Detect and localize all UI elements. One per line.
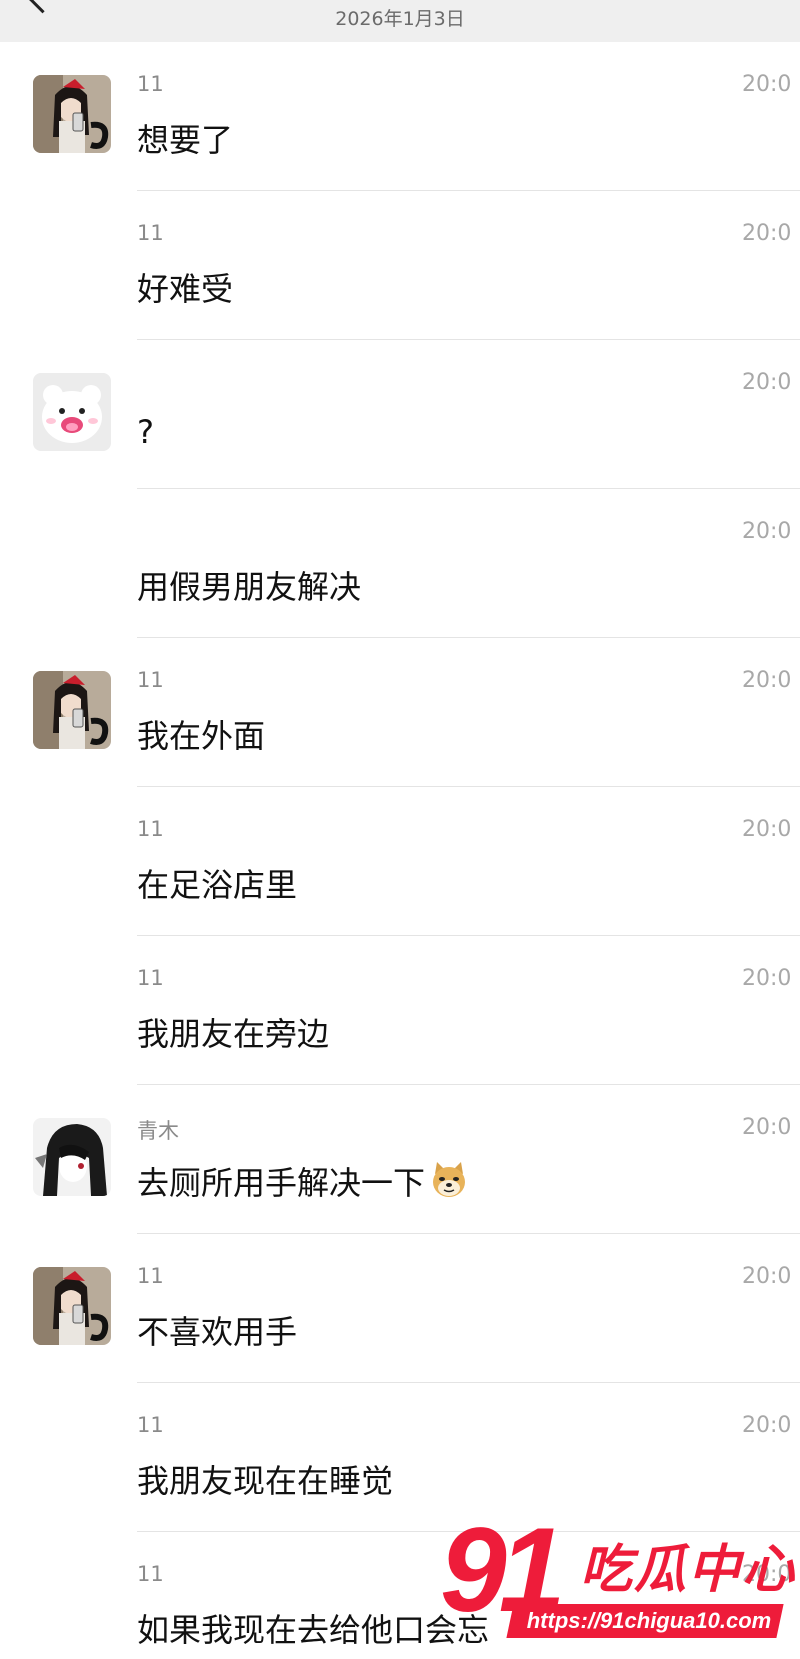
sender-name: 青木	[137, 1119, 179, 1143]
message-text: 想要了	[137, 121, 234, 159]
message-time: 20:0	[742, 1413, 792, 1438]
message-item[interactable]: 11 20:0 我在外面	[0, 638, 800, 787]
top-bar: 2026年1月3日	[0, 0, 800, 42]
message-time: 20:0	[742, 370, 792, 395]
white-bear-avatar[interactable]	[33, 373, 111, 451]
girl-avatar[interactable]	[33, 75, 111, 153]
message-time: 20:0	[742, 221, 792, 246]
sender-name: 11	[137, 817, 164, 841]
message-text: 如果我现在去给他口会忘	[137, 1611, 490, 1649]
watermark-url: https://91chigua10.com	[526, 1608, 772, 1633]
girl-avatar[interactable]	[33, 1267, 111, 1345]
message-text: 我在外面	[137, 717, 266, 755]
sender-name: 11	[137, 1413, 164, 1437]
message-time: 20:0	[742, 72, 792, 97]
message-item[interactable]: 11 20:0 想要了	[0, 42, 800, 191]
date-label: 2026年1月3日	[335, 8, 465, 30]
message-text: 我朋友现在在睡觉	[137, 1462, 394, 1500]
watermark-title: 吃瓜中心	[580, 1540, 797, 1600]
message-time: 20:0	[742, 817, 792, 842]
sender-name: 11	[137, 966, 164, 990]
girl-avatar[interactable]	[33, 671, 111, 749]
sender-name: 11	[137, 72, 164, 96]
message-time: 20:0	[742, 668, 792, 693]
message-item[interactable]: 11 20:0 我朋友在旁边	[0, 936, 800, 1085]
watermark-logo: 91 吃瓜中心 https://91chigua10.com	[440, 1510, 800, 1659]
message-time: 20:0	[742, 966, 792, 991]
message-item[interactable]: 青木 20:0 去厕所用手解决一下	[0, 1085, 800, 1234]
message-time: 20:0	[742, 1115, 792, 1140]
message-text: 我朋友在旁边	[137, 1015, 330, 1053]
doge-emoji-icon	[429, 1160, 469, 1208]
sender-name: 11	[137, 221, 164, 245]
message-item[interactable]: 11 20:0 好难受	[0, 191, 800, 340]
sender-name: 11	[137, 668, 164, 692]
message-text: 在足浴店里	[137, 866, 298, 904]
message-item[interactable]: 11 20:0 在足浴店里	[0, 787, 800, 936]
message-text: ?	[137, 413, 154, 451]
sender-name: 11	[137, 1562, 164, 1586]
message-item[interactable]: 20:0 ?	[0, 340, 800, 489]
anime-avatar[interactable]	[33, 1118, 111, 1196]
message-text: 好难受	[137, 270, 234, 308]
message-text: 去厕所用手解决一下	[137, 1158, 469, 1208]
message-time: 20:0	[742, 519, 792, 544]
sender-name: 11	[137, 1264, 164, 1288]
message-time: 20:0	[742, 1264, 792, 1289]
message-text: 不喜欢用手	[137, 1313, 298, 1351]
message-item[interactable]: 11 20:0 不喜欢用手	[0, 1234, 800, 1383]
message-text: 用假男朋友解决	[137, 568, 362, 606]
message-item[interactable]: 20:0 用假男朋友解决	[0, 489, 800, 638]
